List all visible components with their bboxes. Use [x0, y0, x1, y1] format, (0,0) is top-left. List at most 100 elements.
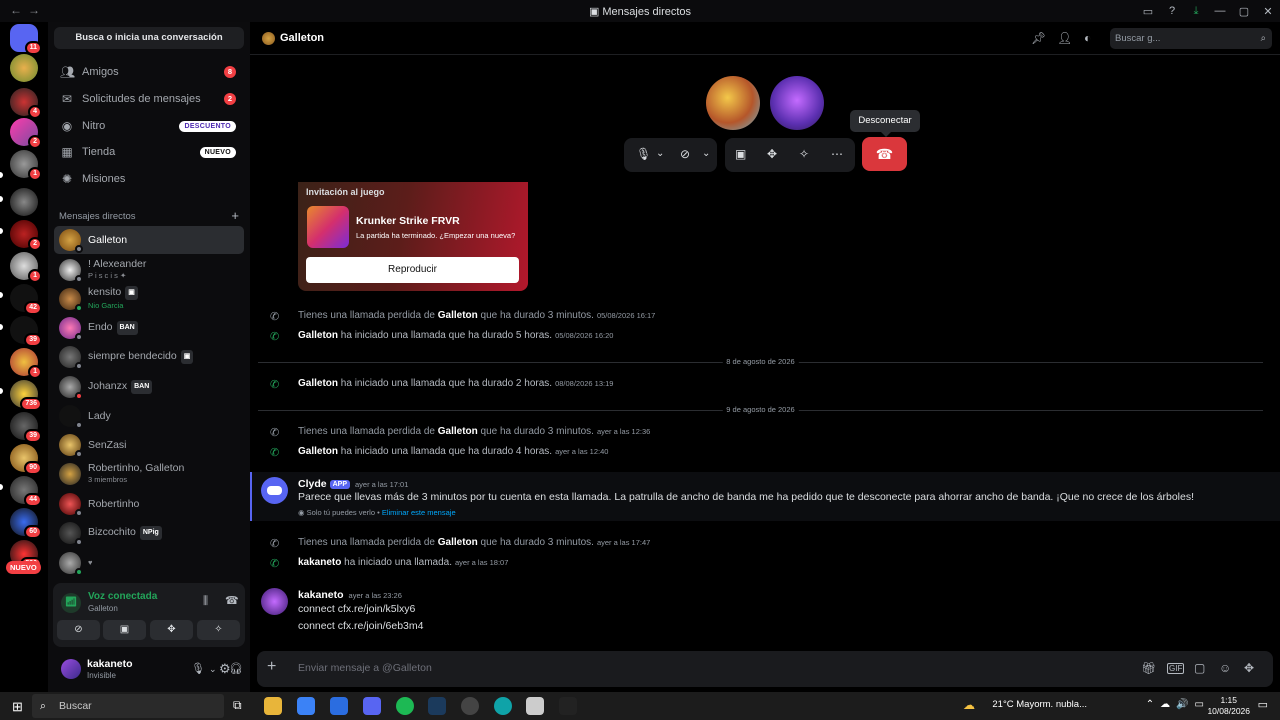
server-icon[interactable]: 1 — [10, 150, 42, 181]
dismiss-message-link[interactable]: Eliminar este mensaje — [382, 508, 456, 517]
dm-item[interactable]: ! Alexeander P i s c i s ✦ — [54, 256, 244, 284]
download-icon[interactable]: ⤓ — [1184, 5, 1208, 18]
server-icon[interactable]: 2 — [10, 220, 42, 251]
profile-icon[interactable]: ◐ — [1084, 31, 1091, 45]
chevron-down-icon[interactable]: ⌄ — [656, 148, 664, 159]
server-icon[interactable]: 1 — [10, 252, 42, 283]
call-avatar-galleton[interactable] — [706, 76, 760, 130]
unread-pip — [0, 484, 3, 490]
microphone-icon[interactable]: 🎙︎ — [191, 662, 205, 675]
message-composer[interactable]: + Enviar mensaje a @Galleton 🎁︎ GIF ▢ ☺ … — [257, 651, 1273, 687]
avatar[interactable] — [261, 588, 288, 615]
activities-icon[interactable]: ✥ — [767, 147, 777, 161]
avatar[interactable] — [61, 659, 81, 679]
help-icon[interactable]: ? — [1160, 5, 1184, 17]
app-icon[interactable] — [330, 697, 348, 715]
server-icon[interactable]: 90 — [10, 444, 42, 475]
dm-item-group[interactable]: Robertinho, Galleton 3 miembros — [54, 460, 244, 488]
app-icon[interactable] — [526, 697, 544, 715]
server-icon[interactable] — [10, 54, 38, 82]
noise-suppression-icon[interactable]: ⫼ — [203, 595, 208, 608]
server-icon[interactable]: 4 — [10, 88, 42, 119]
dm-item[interactable]: Endo BAN — [54, 314, 244, 342]
disconnect-button[interactable]: ☎ — [862, 137, 907, 171]
avatar — [59, 376, 83, 400]
inbox-icon[interactable]: ▭ — [1136, 5, 1160, 18]
dm-item-galleton[interactable]: Galleton — [54, 226, 244, 254]
app-icon[interactable] — [461, 697, 479, 715]
tray-icons[interactable]: ⌃☁🔊▭ — [1146, 699, 1210, 710]
steam-icon[interactable] — [428, 697, 446, 715]
spotify-icon[interactable] — [396, 697, 414, 715]
chevron-down-icon[interactable]: ⌄ — [209, 664, 217, 675]
server-icon[interactable]: 1 — [10, 348, 42, 379]
attach-icon[interactable]: + — [267, 658, 276, 676]
task-view-icon[interactable]: ⧉ — [233, 698, 242, 713]
notifications-icon[interactable]: ▭ — [1258, 698, 1268, 711]
gif-icon[interactable]: GIF — [1167, 663, 1185, 674]
store-icon[interactable] — [297, 697, 315, 715]
server-icon[interactable]: 39 — [10, 316, 42, 347]
nav-message-requests[interactable]: ✉ Solicitudes de mensajes 2 — [54, 87, 244, 111]
signal-icon[interactable]: 📶︎ — [61, 593, 81, 613]
server-icon[interactable]: 736 — [10, 380, 42, 411]
call-icon: ✆ — [270, 379, 280, 391]
camera-button[interactable]: ⊘ — [57, 620, 100, 640]
call-avatar-self[interactable] — [770, 76, 824, 130]
nav-nitro[interactable]: ◉ Nitro DESCUENTO — [54, 114, 244, 138]
dm-item[interactable]: siempre bendecido ▣ — [54, 343, 244, 371]
app-icon[interactable] — [559, 697, 577, 715]
message-input[interactable]: Enviar mensaje a @Galleton — [298, 662, 432, 674]
headphones-icon[interactable]: 🎧︎ — [229, 662, 243, 675]
more-icon[interactable]: ⋯ — [831, 147, 843, 161]
settings-icon[interactable]: ⚙ — [219, 661, 231, 677]
taskbar-search[interactable]: ⌕ Buscar — [32, 694, 224, 718]
windows-start-icon[interactable]: ⊞ — [12, 699, 23, 715]
dm-item[interactable]: ♥ — [54, 549, 244, 577]
edge-icon[interactable] — [494, 697, 512, 715]
dm-item[interactable]: Bizcochito NPig — [54, 519, 244, 547]
dm-item[interactable]: SenZasi — [54, 431, 244, 459]
clyde-avatar[interactable] — [261, 477, 288, 504]
nav-shop[interactable]: ▦ Tienda NUEVO — [54, 140, 244, 164]
close-button[interactable]: ✕ — [1256, 5, 1280, 18]
server-icon[interactable]: 44 — [10, 476, 42, 507]
server-icon[interactable]: 42 — [10, 284, 42, 315]
minimize-button[interactable]: — — [1208, 5, 1232, 17]
dm-item[interactable]: Johanzx BAN — [54, 373, 244, 401]
emoji-icon[interactable]: ☺ — [1219, 661, 1231, 675]
gift-icon[interactable]: 🎁︎ — [1141, 661, 1156, 675]
soundboard-icon[interactable]: ✧ — [799, 147, 809, 161]
server-icon[interactable]: 39 — [10, 412, 42, 443]
play-button[interactable]: Reproducir — [306, 257, 519, 283]
create-dm-icon[interactable]: + — [231, 208, 239, 223]
nav-friends[interactable]: 👥︎ Amigos 8 — [54, 60, 244, 84]
chevron-down-icon[interactable]: ⌄ — [702, 148, 710, 159]
screen-share-button[interactable]: ▣ — [103, 620, 146, 640]
apps-icon[interactable]: ✥ — [1244, 661, 1254, 675]
home-button[interactable]: 11 — [10, 24, 42, 55]
discord-taskbar-icon[interactable] — [363, 697, 381, 715]
clock[interactable]: 1:15 10/08/2026 — [1207, 695, 1250, 717]
server-icon[interactable]: 2 — [10, 118, 42, 149]
server-icon[interactable]: 60 — [10, 508, 42, 539]
disconnect-icon[interactable]: ☎ — [225, 594, 239, 607]
dm-item[interactable]: Robertinho — [54, 490, 244, 518]
search-input[interactable]: Buscar g... ⌕ — [1110, 28, 1272, 49]
pin-icon[interactable]: 📌︎ — [1031, 31, 1046, 45]
dm-item[interactable]: Lady — [54, 402, 244, 430]
dm-item[interactable]: kensito ▣ Nio Garcia — [54, 285, 244, 313]
activities-button[interactable]: ✥ — [150, 620, 193, 640]
maximize-button[interactable]: ▢ — [1232, 5, 1256, 18]
camera-off-icon[interactable]: ⊘ — [680, 147, 690, 161]
find-conversation-button[interactable]: Busca o inicia una conversación — [54, 27, 244, 49]
server-icon[interactable] — [10, 188, 38, 216]
add-friend-icon[interactable]: 👤︎ — [1057, 31, 1072, 45]
new-badge[interactable]: NUEVO — [6, 561, 41, 574]
screen-share-icon[interactable]: ▣ — [735, 147, 746, 161]
sticker-icon[interactable]: ▢ — [1194, 661, 1205, 675]
microphone-icon[interactable]: 🎙︎ — [636, 147, 651, 161]
soundboard-button[interactable]: ✧ — [197, 620, 240, 640]
nav-quests[interactable]: ✺ Misiones — [54, 167, 244, 191]
file-explorer-icon[interactable] — [264, 697, 282, 715]
